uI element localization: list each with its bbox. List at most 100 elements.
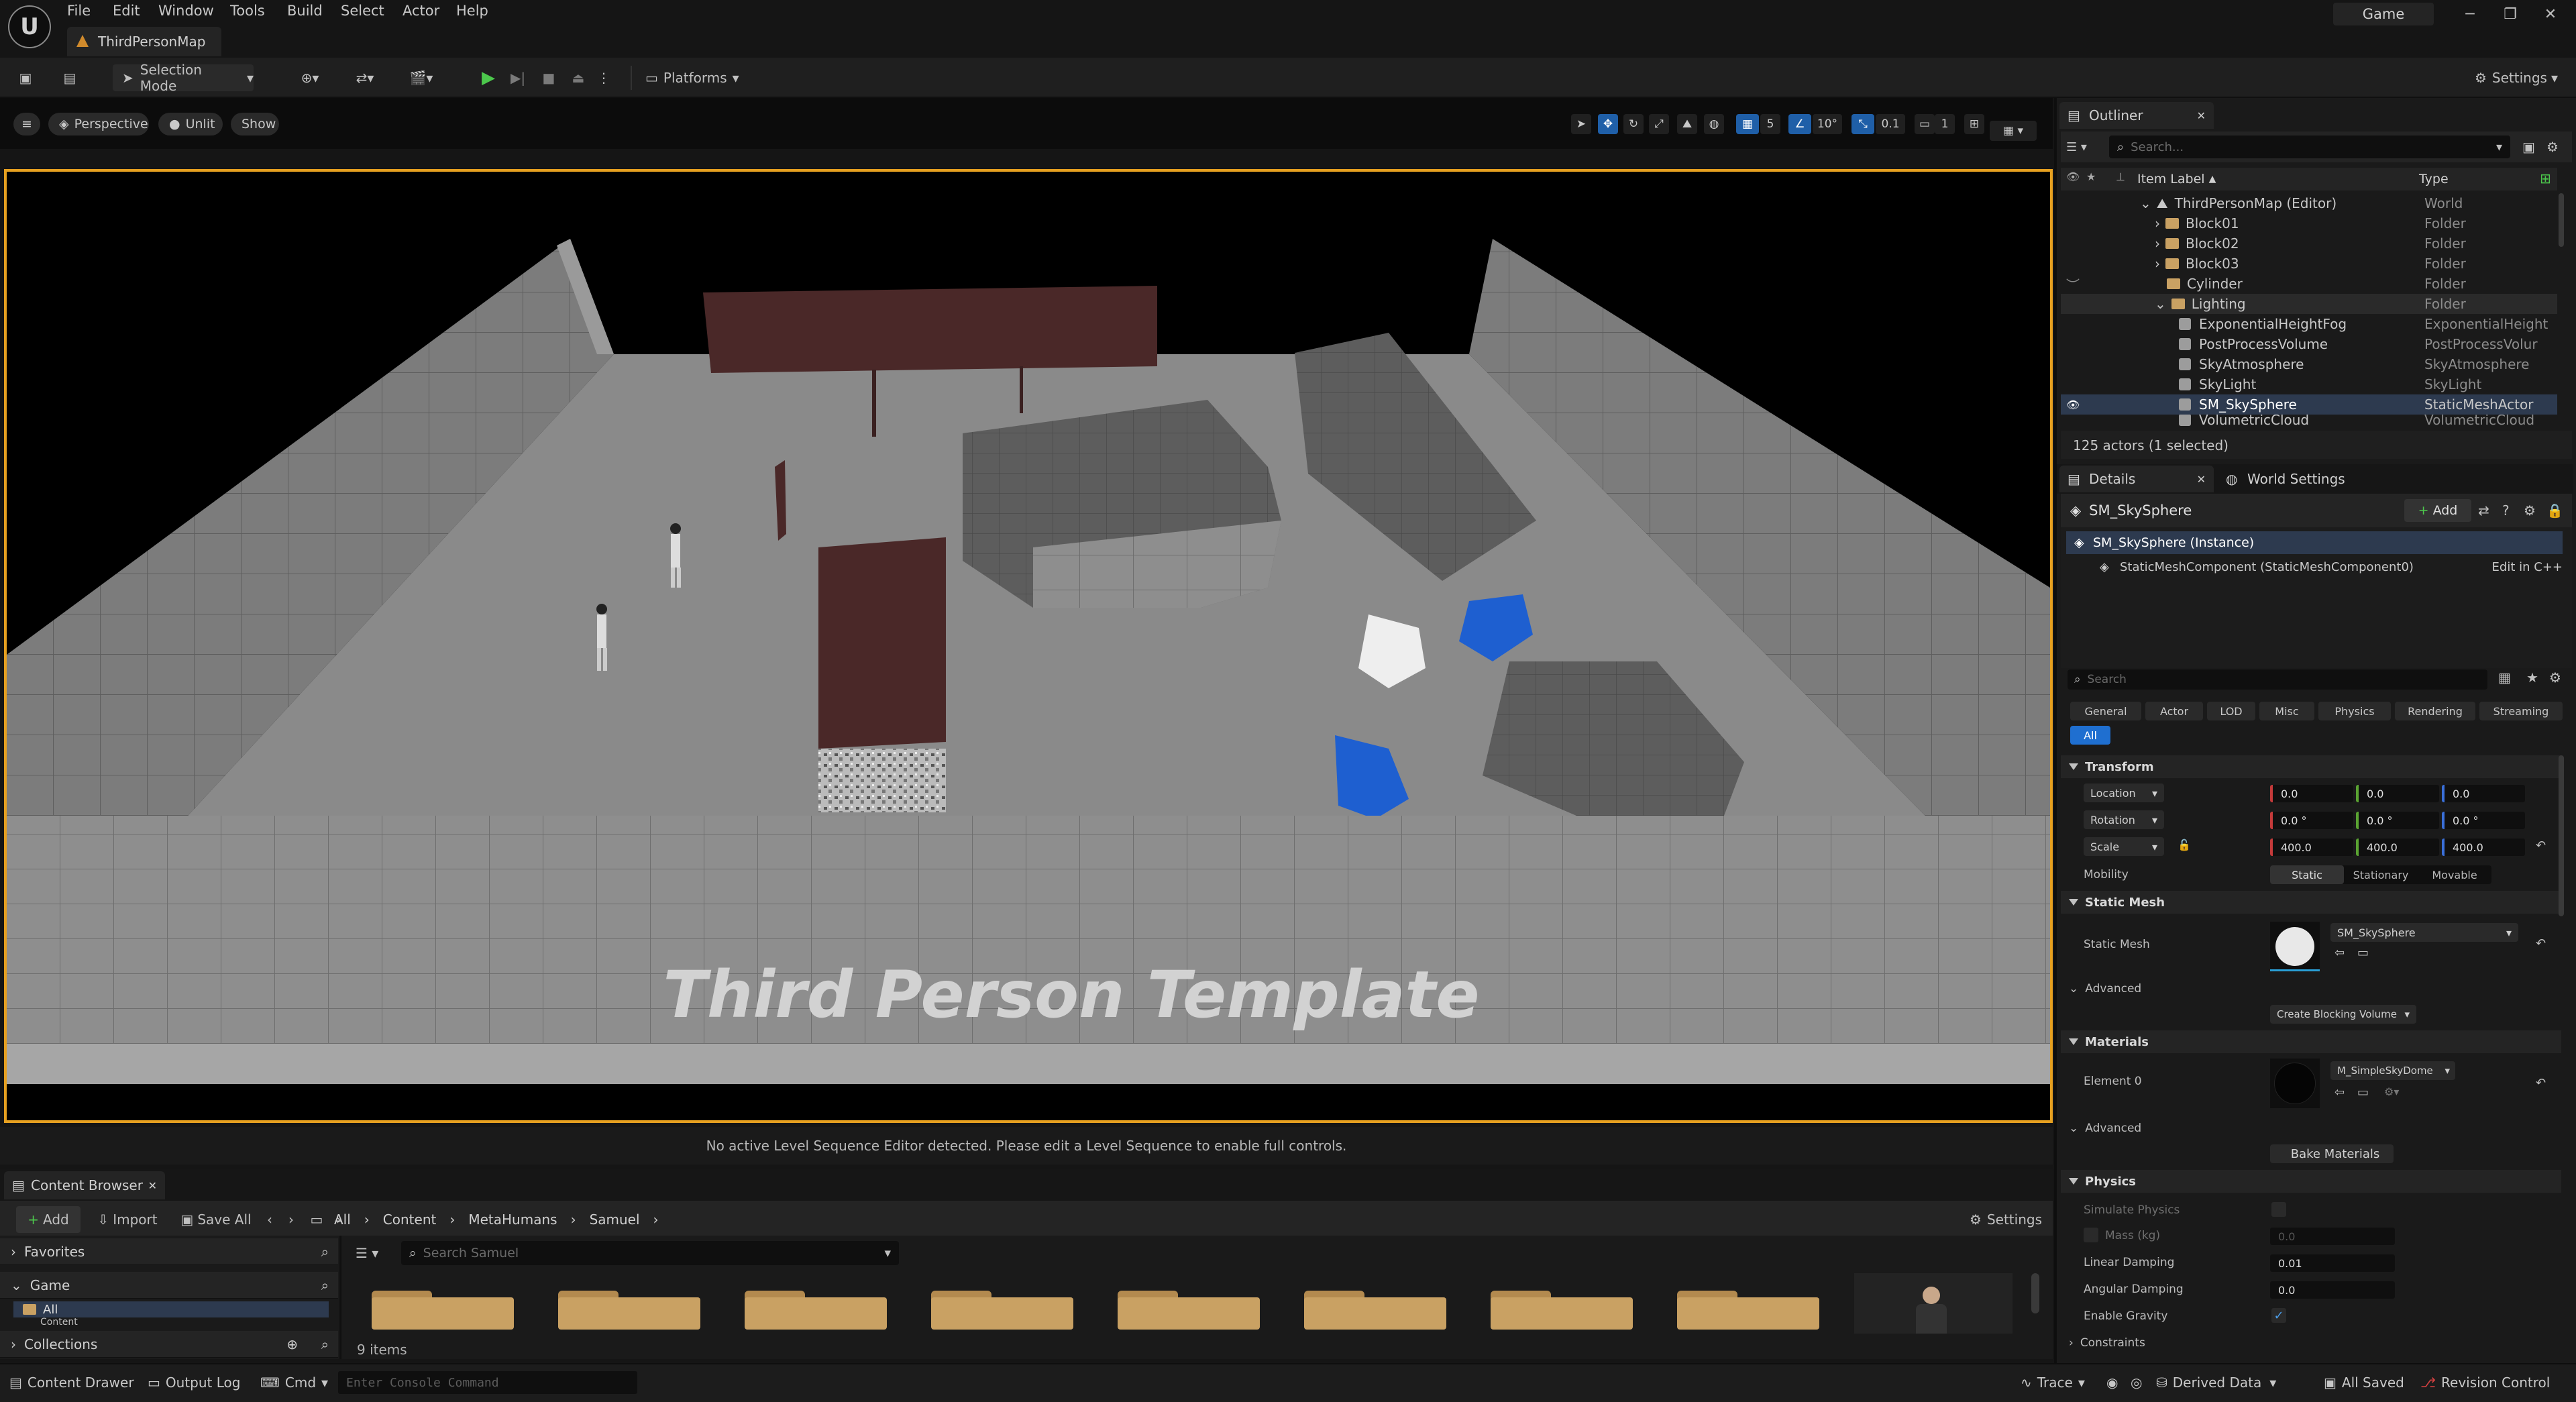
angle-snap-value[interactable]: 10° xyxy=(1813,114,1842,134)
filter-streaming[interactable]: Streaming xyxy=(2479,702,2563,720)
breadcrumb-content[interactable]: Content xyxy=(383,1211,437,1228)
outliner-row[interactable]: › Block01 Folder xyxy=(2061,213,2557,233)
grid-snap-icon[interactable]: ▦ xyxy=(1736,114,1759,134)
edit-in-cpp-link[interactable]: Edit in C++ xyxy=(2492,560,2563,574)
menu-actor[interactable]: Actor xyxy=(402,3,439,23)
bake-materials-button[interactable]: Bake Materials xyxy=(2270,1144,2394,1163)
filter-rendering[interactable]: Rendering xyxy=(2395,702,2475,720)
material-thumbnail[interactable] xyxy=(2270,1059,2320,1108)
location-y-field[interactable]: 0.0 xyxy=(2356,785,2439,802)
filter-lod[interactable]: LOD xyxy=(2207,702,2255,720)
favorites-section[interactable]: › Favorites ⌕ xyxy=(0,1238,338,1265)
metahuman-thumbnail[interactable] xyxy=(1854,1273,2012,1334)
add-column-icon[interactable]: ⊞ xyxy=(2540,170,2551,186)
details-scrollbar[interactable] xyxy=(2559,755,2564,916)
grid-snap-value[interactable]: 5 xyxy=(1760,114,1780,134)
rotation-x-field[interactable]: 0.0 ° xyxy=(2270,812,2353,829)
camera-speed-value[interactable]: 1 xyxy=(1935,114,1955,134)
record-icon[interactable]: ◉ xyxy=(2106,1371,2118,1394)
use-selected-icon[interactable]: ⇦ xyxy=(2334,1085,2345,1099)
scale-tool-icon[interactable]: ⤢ xyxy=(1649,114,1669,134)
asset-folder[interactable] xyxy=(1491,1291,1633,1330)
simulate-physics-checkbox[interactable] xyxy=(2271,1202,2286,1217)
restore-icon[interactable]: ❐ xyxy=(2490,3,2530,25)
filter-actor[interactable]: Actor xyxy=(2145,702,2203,720)
rotation-y-field[interactable]: 0.0 ° xyxy=(2356,812,2439,829)
material-picker[interactable]: M_SimpleSkyDome ▾ xyxy=(2330,1061,2455,1080)
asset-folder[interactable] xyxy=(372,1291,514,1330)
unreal-logo-icon[interactable]: U xyxy=(8,5,51,48)
mobility-static[interactable]: Static xyxy=(2270,865,2344,884)
outliner-row[interactable]: ⌄ ⛰ ThirdPersonMap (Editor) World xyxy=(2061,193,2557,213)
component-row[interactable]: ◈ StaticMeshComponent (StaticMeshComponen… xyxy=(2096,557,2563,577)
outliner-row[interactable]: ExponentialHeightFog ExponentialHeight xyxy=(2061,314,2557,334)
transform-section[interactable]: Transform xyxy=(2061,755,2561,778)
reset-icon[interactable]: ↶ xyxy=(2536,1076,2546,1090)
surface-snap-icon[interactable]: ⛰ xyxy=(1677,114,1697,134)
scale-snap-value[interactable]: 0.1 xyxy=(1876,114,1905,134)
type-header[interactable]: Type xyxy=(2419,170,2449,188)
select-tool-icon[interactable]: ➤ xyxy=(1571,114,1591,134)
materials-section[interactable]: Materials xyxy=(2061,1030,2561,1053)
cinematics-icon[interactable]: 🎬▾ xyxy=(400,64,443,91)
level-tab[interactable]: ThirdPersonMap xyxy=(67,27,221,56)
browse-icon[interactable]: ▤ xyxy=(56,64,83,91)
scale-snap-icon[interactable]: ⤡ xyxy=(1851,114,1874,134)
scale-y-field[interactable]: 400.0 xyxy=(2356,839,2439,856)
asset-folder[interactable] xyxy=(745,1291,887,1330)
outliner-row[interactable]: ︶ Cylinder Folder xyxy=(2061,274,2557,294)
console-input[interactable]: Enter Console Command xyxy=(338,1371,637,1394)
outliner-row-selected[interactable]: 👁 SM_SkySphere StaticMeshActor xyxy=(2061,394,2557,415)
mobility-stationary[interactable]: Stationary xyxy=(2344,865,2418,884)
world-settings-tab[interactable]: ◍ World Settings xyxy=(2218,466,2352,492)
asset-folder[interactable] xyxy=(1118,1291,1260,1330)
menu-file[interactable]: File xyxy=(67,3,91,23)
outliner-scrollbar[interactable] xyxy=(2559,193,2564,247)
all-saved-button[interactable]: ▣ All Saved xyxy=(2324,1371,2404,1394)
search-icon[interactable]: ⌕ xyxy=(321,1277,329,1293)
tree-item-all[interactable]: All xyxy=(13,1301,329,1317)
table-view-icon[interactable]: ▦ xyxy=(2498,669,2511,686)
derived-data-dropdown[interactable]: ⛁ Derived Data ▾ xyxy=(2156,1371,2276,1394)
rotation-dropdown[interactable]: Rotation ▾ xyxy=(2084,810,2164,829)
step-icon[interactable]: ▶| xyxy=(506,64,530,91)
filter-physics[interactable]: Physics xyxy=(2318,702,2391,720)
static-mesh-section[interactable]: Static Mesh xyxy=(2061,891,2561,914)
trace-dropdown[interactable]: ∿ Trace ▾ xyxy=(2021,1371,2085,1394)
outliner-search-input[interactable]: ⌕ Search... ▾ xyxy=(2109,136,2510,158)
static-mesh-thumbnail[interactable] xyxy=(2270,922,2320,971)
close-tab-icon[interactable]: ✕ xyxy=(148,1179,157,1192)
content-drawer-button[interactable]: ▤ Content Drawer xyxy=(9,1371,134,1394)
forward-icon[interactable]: › xyxy=(282,1206,301,1233)
save-all-button[interactable]: ▣ Save All xyxy=(176,1206,256,1233)
menu-help[interactable]: Help xyxy=(456,3,488,23)
advanced-toggle[interactable]: ⌄ Advanced xyxy=(2069,1122,2141,1135)
component-instance-row[interactable]: ◈ SM_SkySphere (Instance) xyxy=(2066,531,2563,554)
details-search-input[interactable]: ⌕ Search xyxy=(2068,669,2487,690)
outliner-row[interactable]: SkyAtmosphere SkyAtmosphere xyxy=(2061,354,2557,374)
outliner-filter-button[interactable]: ☰ ▾ xyxy=(2066,136,2104,158)
lock-icon[interactable]: 🔒 xyxy=(2546,499,2567,522)
scale-x-field[interactable]: 400.0 xyxy=(2270,839,2353,856)
lock-scale-icon[interactable]: 🔓 xyxy=(2178,839,2191,851)
rotate-tool-icon[interactable]: ↻ xyxy=(1623,114,1644,134)
constraints-toggle[interactable]: › Constraints xyxy=(2069,1336,2145,1350)
breadcrumb-metahumans[interactable]: MetaHumans xyxy=(468,1211,557,1228)
outliner-row[interactable]: › Block03 Folder xyxy=(2061,254,2557,274)
outliner-row[interactable]: SkyLight SkyLight xyxy=(2061,374,2557,394)
blueprint-icon[interactable]: ⇄▾ xyxy=(343,64,386,91)
angle-snap-icon[interactable]: ∠ xyxy=(1788,114,1811,134)
scale-z-field[interactable]: 400.0 xyxy=(2442,839,2525,856)
revision-control-button[interactable]: ⎇ Revision Control xyxy=(2420,1371,2550,1394)
reset-icon[interactable]: ↶ xyxy=(2536,839,2546,853)
close-tab-icon[interactable]: ✕ xyxy=(2197,109,2206,122)
physics-section[interactable]: Physics xyxy=(2061,1170,2561,1193)
cb-settings-button[interactable]: ⚙ Settings xyxy=(1966,1206,2046,1233)
asset-scrollbar[interactable] xyxy=(2031,1273,2039,1313)
menu-tools[interactable]: Tools xyxy=(230,3,265,23)
collections-section[interactable]: › Collections ⊕ ⌕ xyxy=(0,1331,338,1358)
filter-misc[interactable]: Misc xyxy=(2259,702,2314,720)
rotation-z-field[interactable]: 0.0 ° xyxy=(2442,812,2525,829)
level-viewport[interactable]: Third Person Template xyxy=(4,169,2053,1123)
angular-damping-field[interactable]: 0.0 xyxy=(2270,1281,2395,1299)
